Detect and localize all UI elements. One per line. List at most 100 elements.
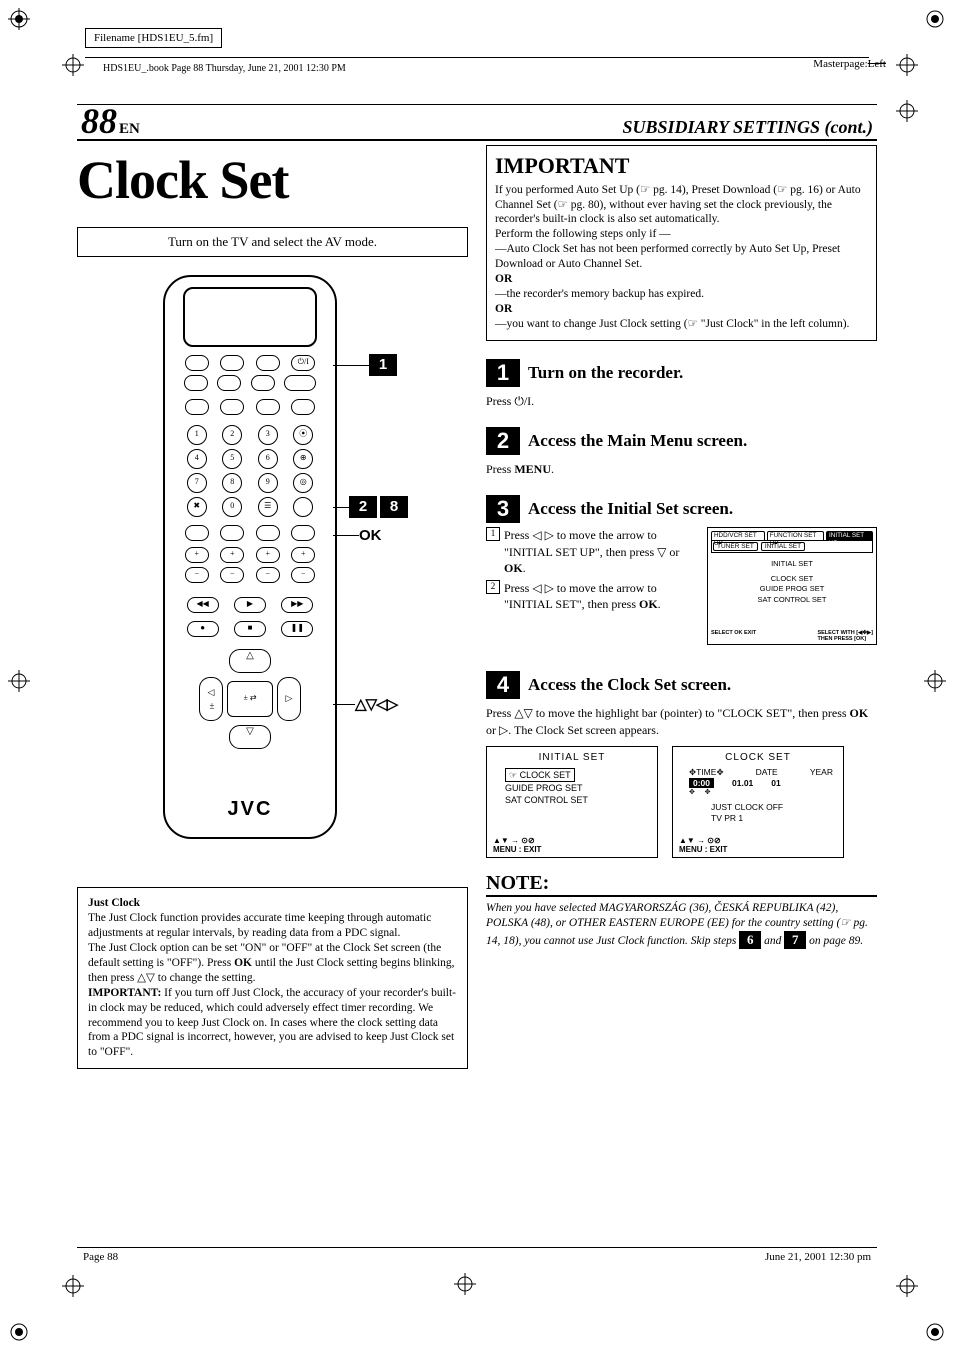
remote-button: ❚❚: [281, 621, 313, 637]
osd-footer: SELECT OK EXIT SELECT WITH [◀✥▶] THEN PR…: [711, 630, 873, 642]
callout-number: 8: [380, 496, 408, 518]
crop-mark-icon: [8, 8, 30, 30]
remote-button: 4: [187, 449, 207, 469]
remote-button: [251, 375, 275, 391]
remote-button: ⦿: [293, 425, 313, 445]
remote-button: [185, 355, 209, 371]
step-2-head: 2 Access the Main Menu screen.: [486, 427, 877, 455]
remote-brand-label: JVC: [165, 798, 335, 821]
important-p3: —Auto Clock Set has not been performed c…: [495, 242, 868, 272]
registration-mark-icon: [924, 670, 946, 692]
remote-row: ● ■ ❚❚: [179, 621, 321, 637]
remote-row: 123⦿: [179, 425, 321, 445]
remote-button: +: [256, 547, 280, 563]
just-clock-box: Just Clock The Just Clock function provi…: [77, 887, 468, 1069]
registration-mark-icon: [454, 1273, 476, 1295]
osd-labels: ✥TIME✥ DATE YEAR: [673, 763, 843, 778]
osd-tab-active: INITIAL SET UP: [826, 531, 873, 540]
callout-ok: OK: [333, 527, 382, 544]
osd-title: INITIAL SET: [487, 747, 657, 763]
remote-button: ☰: [258, 497, 278, 517]
remote-button: 1: [187, 425, 207, 445]
remote-button: [293, 497, 313, 517]
step-3-sub2: 2 Press ◁ ▷ to move the arrow to "INITIA…: [486, 580, 699, 612]
remote-button: [284, 375, 316, 391]
step-title: Access the Clock Set screen.: [528, 675, 731, 695]
just-clock-p3: IMPORTANT: If you turn off Just Clock, t…: [88, 986, 457, 1061]
osd-item: GUIDE PROG SET: [505, 782, 657, 794]
osd-title: CLOCK SET: [673, 747, 843, 763]
remote-button: ⏻/I: [291, 355, 315, 371]
step-ref-box: 7: [784, 931, 806, 949]
callout-1: 1: [333, 354, 397, 376]
registration-mark-icon: [8, 670, 30, 692]
remote-button: [185, 399, 209, 415]
top-rule: [55, 50, 899, 64]
osd-value-selected: 0:00: [689, 778, 714, 788]
remote-button: ◎: [293, 473, 313, 493]
crop-mark-icon: [8, 1321, 30, 1343]
osd-tabs: HDD/VCR SET UP FUNCTION SET UP INITIAL S…: [711, 531, 873, 540]
step-2-body: Press MENU.: [486, 461, 877, 477]
remote-button: [256, 525, 280, 541]
remote-button: 3: [258, 425, 278, 445]
step-title: Turn on the recorder.: [528, 363, 683, 383]
step-ref-box: 6: [739, 931, 761, 949]
book-info-label: HDS1EU_.book Page 88 Thursday, June 21, …: [103, 63, 899, 74]
osd-subtab: TUNER SET: [713, 542, 758, 551]
osd-initial-set-up: HDD/VCR SET UP FUNCTION SET UP INITIAL S…: [707, 527, 877, 645]
remote-button: ■: [234, 621, 266, 637]
remote-row: 789◎: [179, 473, 321, 493]
osd-initial-set: INITIAL SET ☞ CLOCK SET GUIDE PROG SET S…: [486, 746, 658, 858]
remote-button: 8: [222, 473, 242, 493]
osd-values: 0:00 01.01 01: [673, 778, 843, 788]
page-number: 88EN: [77, 103, 140, 139]
osd-tab: HDD/VCR SET UP: [711, 531, 765, 540]
important-or1: OR: [495, 273, 512, 285]
masterpage-key: Masterpage:: [813, 58, 867, 70]
osd-footer: ▲▼ → ⊙⊘ MENU : EXIT: [679, 836, 837, 854]
step-4-body: Press △▽ to move the highlight bar (poin…: [486, 705, 877, 737]
intro-box: Turn on the TV and select the AV mode.: [77, 227, 468, 257]
footer-bar: Page 88 June 21, 2001 12:30 pm: [77, 1247, 877, 1263]
page-body: 88EN SUBSIDIARY SETTINGS (cont.) Clock S…: [77, 104, 877, 1245]
page-title: Clock Set: [77, 149, 468, 211]
step-1-body: Press ⏻/I.: [486, 393, 877, 409]
remote-button: −: [291, 567, 315, 583]
remote-button: [217, 375, 241, 391]
osd-item: SAT CONTROL SET: [711, 595, 873, 606]
remote-button: ●: [187, 621, 219, 637]
remote-button: +: [185, 547, 209, 563]
right-column: IMPORTANT If you performed Auto Set Up (…: [486, 145, 877, 1069]
callout-ok-label: OK: [359, 527, 382, 544]
remote-row: [179, 375, 321, 391]
substep-index: 2: [486, 580, 500, 594]
callout-arrows: △▽◁▷: [333, 695, 397, 713]
crop-mark-icon: [924, 8, 946, 30]
step-1-head: 1 Turn on the recorder.: [486, 359, 877, 387]
step-3-head: 3 Access the Initial Set screen.: [486, 495, 877, 523]
osd-item: SAT CONTROL SET: [505, 794, 657, 806]
important-p5: —you want to change Just Clock setting (…: [495, 317, 868, 332]
osd-subtab: INITIAL SET: [761, 542, 805, 551]
remote-button: [220, 355, 244, 371]
remote-row: 456⊕: [179, 449, 321, 469]
just-clock-p1: The Just Clock function provides accurat…: [88, 911, 457, 941]
osd-list: ☞ CLOCK SET GUIDE PROG SET SAT CONTROL S…: [487, 768, 657, 806]
remote-button: +: [291, 547, 315, 563]
osd-item-selected: ☞ CLOCK SET: [505, 768, 575, 782]
step-number: 3: [486, 495, 520, 523]
remote-button: 9: [258, 473, 278, 493]
remote-button: ▶▶: [281, 597, 313, 613]
callout-2-8: 2 8: [333, 496, 408, 518]
osd-tab: FUNCTION SET UP: [767, 531, 824, 540]
page-number-value: 88: [81, 101, 117, 141]
just-clock-p2: The Just Clock option can be set "ON" or…: [88, 941, 457, 986]
step-title: Access the Initial Set screen.: [528, 499, 733, 519]
step-title: Access the Main Menu screen.: [528, 431, 747, 451]
left-column: Clock Set Turn on the TV and select the …: [77, 145, 468, 1069]
osd-clock-set: CLOCK SET ✥TIME✥ DATE YEAR 0:00 01.01 01…: [672, 746, 844, 858]
osd-value: 01: [771, 778, 780, 788]
remote-button: 6: [258, 449, 278, 469]
step-3-sub1: 1 Press ◁ ▷ to move the arrow to "INITIA…: [486, 527, 699, 576]
